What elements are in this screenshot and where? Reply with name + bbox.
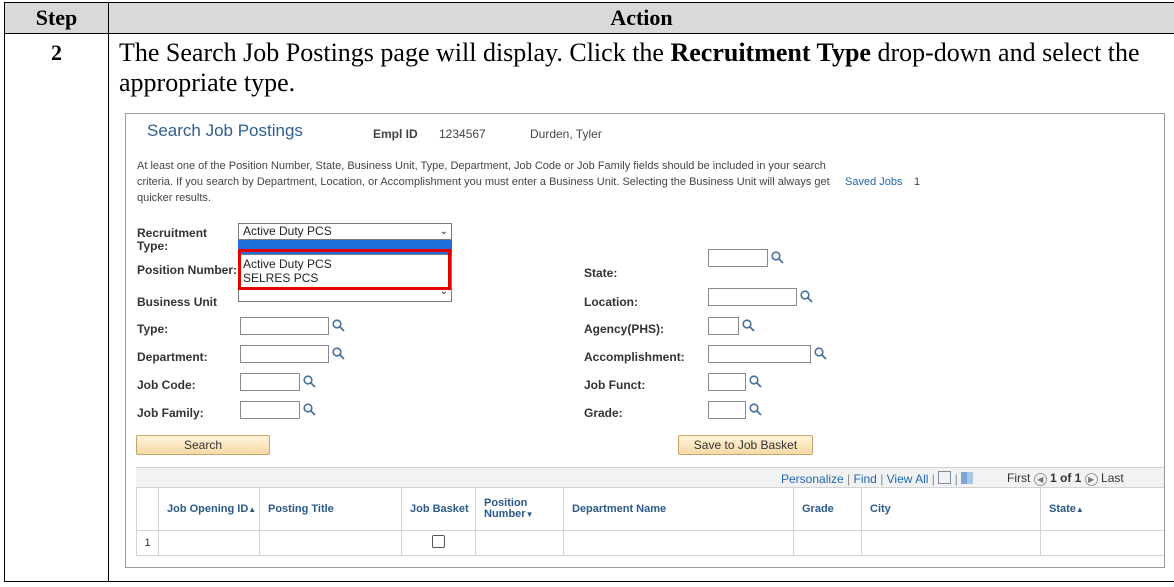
search-icon[interactable]	[303, 375, 316, 388]
agency-phs-input[interactable]	[708, 317, 739, 335]
search-button[interactable]: Search	[136, 435, 270, 455]
accomplishment-input[interactable]	[708, 345, 811, 363]
saved-jobs-count: 1	[914, 176, 921, 188]
recruitment-type-value: Active Duty PCS	[243, 224, 332, 238]
grid-pagination: First ◀ 1 of 1 ▶ Last	[1007, 471, 1124, 486]
saved-jobs-link[interactable]: Saved Jobs	[845, 176, 902, 188]
search-icon[interactable]	[332, 319, 345, 332]
step-number: 2	[4, 33, 109, 582]
grade-cell	[793, 530, 862, 556]
step-column-header: Step	[4, 2, 109, 34]
search-icon[interactable]	[800, 290, 813, 303]
col-state[interactable]: State▲	[1040, 487, 1164, 531]
department-name-cell	[563, 530, 794, 556]
search-icon[interactable]	[771, 251, 784, 264]
type-input[interactable]	[240, 317, 329, 335]
recruitment-type-select[interactable]: Active Duty PCS ⌄	[238, 223, 452, 240]
download-grid-icon[interactable]	[961, 472, 974, 484]
search-icon[interactable]	[749, 375, 762, 388]
col-job-opening-id[interactable]: Job Opening ID▲	[158, 487, 260, 531]
business-unit-select[interactable]: ⌄	[238, 286, 452, 302]
col-position-number[interactable]: Position Number▼	[475, 487, 564, 531]
location-input[interactable]	[708, 288, 797, 306]
col-posting-title[interactable]: Posting Title	[259, 487, 402, 531]
search-icon[interactable]	[303, 403, 316, 416]
department-label: Department:	[137, 350, 208, 364]
search-icon[interactable]	[749, 403, 762, 416]
posting-title-cell	[259, 530, 402, 556]
employee-name: Durden, Tyler	[530, 127, 602, 141]
recruitment-type-label-line1: Recruitment	[137, 226, 208, 240]
col-city[interactable]: City	[861, 487, 1041, 531]
last-label[interactable]: Last	[1101, 471, 1124, 485]
view-all-link[interactable]: View All	[887, 472, 929, 486]
job-funct-label: Job Funct:	[584, 378, 646, 392]
search-icon[interactable]	[742, 319, 755, 332]
save-to-job-basket-button[interactable]: Save to Job Basket	[678, 435, 813, 455]
job-family-label: Job Family:	[137, 406, 204, 420]
row-number: 1	[136, 530, 159, 556]
department-input[interactable]	[240, 345, 329, 363]
job-basket-checkbox[interactable]	[432, 535, 445, 548]
chevron-down-icon: ⌄	[439, 226, 448, 237]
position-number-label: Position Number:	[137, 263, 238, 277]
first-label[interactable]: First	[1007, 471, 1030, 485]
agency-phs-label: Agency(PHS):	[584, 322, 665, 336]
state-label: State:	[584, 266, 618, 280]
action-column-header: Action	[108, 2, 1174, 34]
col-job-basket[interactable]: Job Basket	[401, 487, 476, 531]
position-number-cell	[475, 530, 564, 556]
job-family-input[interactable]	[240, 401, 300, 419]
accomplishment-label: Accomplishment:	[584, 350, 685, 364]
search-job-postings-screenshot: Search Job Postings Empl ID 1234567 Durd…	[125, 113, 1165, 568]
col-grade[interactable]: Grade	[793, 487, 862, 531]
sort-desc-icon: ▼	[525, 510, 534, 519]
personalize-link[interactable]: Personalize	[781, 472, 844, 486]
search-instructions-note: At least one of the Position Number, Sta…	[137, 160, 830, 204]
job-code-input[interactable]	[240, 373, 300, 391]
type-label: Type:	[137, 322, 169, 336]
state-input[interactable]	[708, 249, 768, 267]
page-range: 1 of 1	[1050, 471, 1082, 485]
grade-input[interactable]	[708, 401, 746, 419]
sort-asc-icon: ▲	[1075, 505, 1084, 514]
options-highlight-box	[238, 249, 451, 290]
find-link[interactable]: Find	[854, 472, 877, 486]
state-cell	[1040, 530, 1164, 556]
col-department-name[interactable]: Department Name	[563, 487, 794, 531]
col-row-number	[136, 487, 159, 531]
job-opening-id-cell	[158, 530, 260, 556]
grid-nav-links: Personalize | Find | View All | |	[781, 471, 974, 486]
next-icon[interactable]: ▶	[1084, 473, 1098, 486]
business-unit-label: Business Unit	[137, 295, 218, 309]
table-row: 1	[136, 530, 1164, 556]
job-funct-input[interactable]	[708, 373, 746, 391]
chevron-down-icon: ⌄	[439, 286, 448, 297]
job-code-label: Job Code:	[137, 378, 196, 392]
search-icon[interactable]	[332, 347, 345, 360]
empl-id-value: 1234567	[439, 127, 486, 141]
empl-id-label: Empl ID	[373, 127, 418, 141]
recruitment-type-bold: Recruitment Type	[670, 38, 871, 67]
zoom-icon[interactable]	[938, 471, 952, 484]
location-label: Location:	[584, 295, 638, 309]
job-basket-cell	[401, 530, 476, 556]
city-cell	[861, 530, 1041, 556]
previous-icon[interactable]: ◀	[1033, 473, 1047, 486]
sort-asc-icon: ▲	[248, 505, 257, 514]
recruitment-type-label-line2: Type:	[137, 239, 169, 253]
results-grid: Job Opening ID▲ Posting Title Job Basket…	[136, 487, 1164, 556]
grade-label: Grade:	[584, 406, 623, 420]
page-title: Search Job Postings	[147, 121, 303, 140]
search-icon[interactable]	[814, 347, 827, 360]
